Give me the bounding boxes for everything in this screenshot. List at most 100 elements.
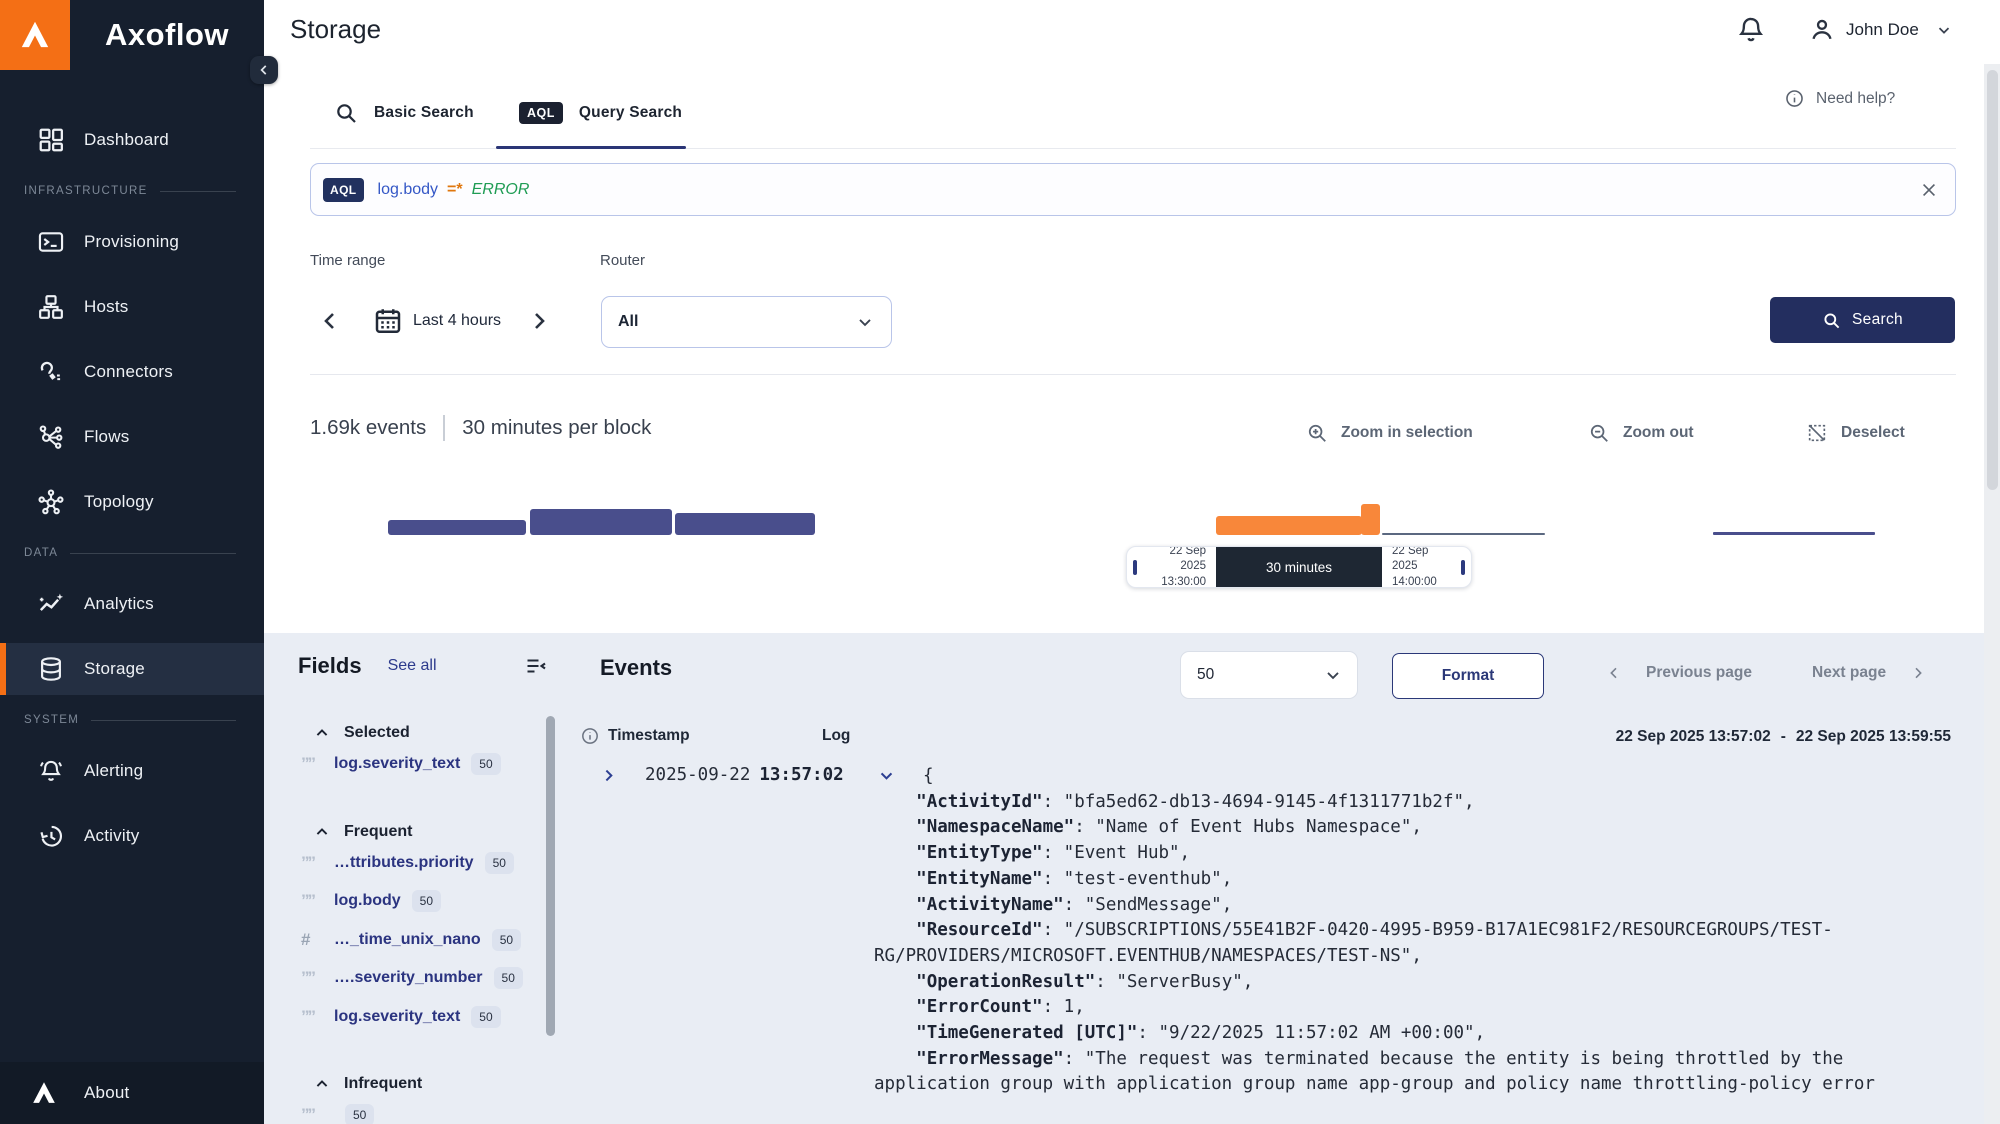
string-field-icon: ”” bbox=[301, 1007, 325, 1027]
fields-section-label: Selected bbox=[344, 724, 410, 742]
sidebar-item-label: Alerting bbox=[84, 761, 143, 781]
router-value: All bbox=[618, 313, 638, 331]
flow-icon bbox=[38, 424, 64, 450]
column-header-timestamp[interactable]: Timestamp bbox=[608, 727, 690, 745]
time-range-value[interactable]: Last 4 hours bbox=[413, 312, 501, 330]
selection-duration[interactable]: 30 minutes bbox=[1216, 547, 1382, 587]
sidebar-item-label: Hosts bbox=[84, 297, 128, 317]
time-next-icon[interactable] bbox=[527, 309, 551, 333]
zoom-in-selection-button[interactable]: Zoom in selection bbox=[1306, 420, 1473, 446]
time-selection-pill[interactable]: 22 Sep 2025 13:30:00 30 minutes 22 Sep 2… bbox=[1126, 546, 1472, 588]
field-item[interactable]: ””….severity_number50 bbox=[288, 959, 558, 998]
router-select[interactable]: All bbox=[601, 296, 892, 348]
tab-query-search[interactable]: AQL Query Search bbox=[519, 96, 682, 130]
page-size-select[interactable]: 50 bbox=[1180, 651, 1358, 699]
page-title: Storage bbox=[290, 14, 381, 45]
topology-icon bbox=[38, 489, 64, 515]
chevron-right-icon bbox=[1910, 665, 1926, 681]
field-item[interactable]: ””log.severity_text50 bbox=[288, 745, 558, 784]
json-line: "ResourceId": "/SUBSCRIPTIONS/55E41B2F-0… bbox=[874, 918, 1904, 944]
sidebar-collapse-button[interactable] bbox=[250, 56, 278, 84]
expand-row-icon[interactable] bbox=[600, 767, 617, 784]
sidebar-section-data: DATA bbox=[0, 541, 264, 565]
notifications-bell-icon[interactable] bbox=[1736, 15, 1766, 45]
field-count-badge: 50 bbox=[412, 890, 441, 912]
sidebar-item-hosts[interactable]: Hosts bbox=[0, 281, 264, 333]
sidebar-item-flows[interactable]: Flows bbox=[0, 411, 264, 463]
calendar-icon[interactable] bbox=[373, 306, 403, 336]
column-header-log[interactable]: Log bbox=[822, 727, 850, 745]
fields-section-frequent[interactable]: Frequent bbox=[288, 820, 558, 844]
need-help-link[interactable]: Need help? bbox=[1784, 88, 1895, 109]
info-icon bbox=[1784, 88, 1805, 109]
sidebar-logo-row: Axoflow bbox=[0, 0, 264, 70]
timestamp-info-icon[interactable] bbox=[580, 726, 600, 746]
sidebar-item-label: Flows bbox=[84, 427, 129, 447]
json-line: "ActivityName": "SendMessage", bbox=[874, 893, 1904, 919]
collapse-fields-icon[interactable] bbox=[524, 654, 548, 678]
fields-section-selected[interactable]: Selected bbox=[288, 721, 558, 745]
previous-page-button[interactable]: Previous page bbox=[1606, 664, 1752, 682]
field-item[interactable]: #…_time_unix_nano50 bbox=[288, 921, 558, 960]
zoom-out-button[interactable]: Zoom out bbox=[1588, 420, 1694, 446]
field-name: log.severity_text bbox=[334, 1008, 460, 1026]
next-page-button[interactable]: Next page bbox=[1812, 664, 1926, 682]
field-count-badge: 50 bbox=[494, 967, 523, 989]
histogram-bar[interactable] bbox=[388, 520, 526, 535]
fields-body: Selected””log.severity_text50Frequent””…… bbox=[288, 721, 558, 1124]
histogram-bar[interactable] bbox=[1713, 532, 1875, 535]
sidebar-item-provisioning[interactable]: Provisioning bbox=[0, 216, 264, 268]
field-item[interactable]: ””log.body50 bbox=[288, 882, 558, 921]
scrollbar-thumb[interactable] bbox=[1987, 70, 1998, 490]
json-line: "OperationResult": "ServerBusy", bbox=[874, 970, 1904, 996]
histogram-bar[interactable] bbox=[530, 509, 672, 535]
sidebar-item-analytics[interactable]: Analytics bbox=[0, 578, 264, 630]
selection-left-handle[interactable] bbox=[1127, 547, 1143, 587]
sidebar-item-topology[interactable]: Topology bbox=[0, 476, 264, 528]
history-icon bbox=[38, 823, 64, 849]
json-line: "NamespaceName": "Name of Event Hubs Nam… bbox=[874, 815, 1904, 841]
fields-scrollbar[interactable] bbox=[546, 716, 555, 1036]
format-button[interactable]: Format bbox=[1392, 653, 1544, 699]
field-item[interactable]: ””log.severity_text50 bbox=[288, 998, 558, 1037]
field-item[interactable]: ””50 bbox=[288, 1096, 558, 1124]
number-field-icon: # bbox=[301, 930, 325, 950]
terminal-icon bbox=[38, 229, 64, 255]
search-button[interactable]: Search bbox=[1770, 297, 1955, 343]
user-menu[interactable]: John Doe bbox=[1808, 14, 1953, 46]
search-button-label: Search bbox=[1852, 311, 1903, 329]
axoflow-logo-icon[interactable] bbox=[0, 0, 70, 70]
histogram-bar[interactable] bbox=[1382, 533, 1545, 536]
field-name: ….severity_number bbox=[334, 969, 483, 987]
fields-section-infrequent[interactable]: Infrequent bbox=[288, 1072, 558, 1096]
selection-right-handle[interactable] bbox=[1455, 547, 1471, 587]
axoflow-mark-icon bbox=[26, 1075, 62, 1111]
histogram-bar[interactable] bbox=[675, 513, 815, 535]
sidebar-item-activity[interactable]: Activity bbox=[0, 810, 264, 862]
clear-query-icon[interactable] bbox=[1919, 180, 1939, 200]
tab-basic-search[interactable]: Basic Search bbox=[334, 96, 474, 130]
page-size-value: 50 bbox=[1197, 666, 1214, 684]
sidebar-item-alerting[interactable]: Alerting bbox=[0, 745, 264, 797]
histogram-bar-selected[interactable] bbox=[1361, 504, 1380, 535]
sidebar-item-label: Dashboard bbox=[84, 130, 169, 150]
router-label: Router bbox=[600, 252, 645, 269]
sidebar-item-about[interactable]: About bbox=[0, 1062, 264, 1124]
field-name: …_time_unix_nano bbox=[334, 931, 481, 949]
field-count-badge: 50 bbox=[471, 753, 500, 775]
deselect-button[interactable]: Deselect bbox=[1806, 420, 1905, 446]
histogram-bar-selected[interactable] bbox=[1216, 516, 1362, 535]
time-range-label: Time range bbox=[310, 252, 385, 269]
events-histogram[interactable]: 22 Sep 2025 13:30:00 30 minutes 22 Sep 2… bbox=[310, 445, 1956, 595]
sidebar-item-dashboard[interactable]: Dashboard bbox=[0, 114, 264, 166]
page-scrollbar[interactable] bbox=[1984, 64, 2000, 1124]
plug-icon bbox=[38, 359, 64, 385]
field-item[interactable]: ””…ttributes.priority50 bbox=[288, 844, 558, 883]
time-range-control: Last 4 hours bbox=[318, 296, 551, 346]
sidebar-item-storage[interactable]: Storage bbox=[0, 643, 264, 695]
time-prev-icon[interactable] bbox=[318, 309, 342, 333]
see-all-link[interactable]: See all bbox=[388, 657, 437, 675]
sidebar-item-connectors[interactable]: Connectors bbox=[0, 346, 264, 398]
search-icon bbox=[334, 101, 358, 125]
query-input[interactable]: AQL log.body =* ERROR bbox=[310, 163, 1956, 216]
